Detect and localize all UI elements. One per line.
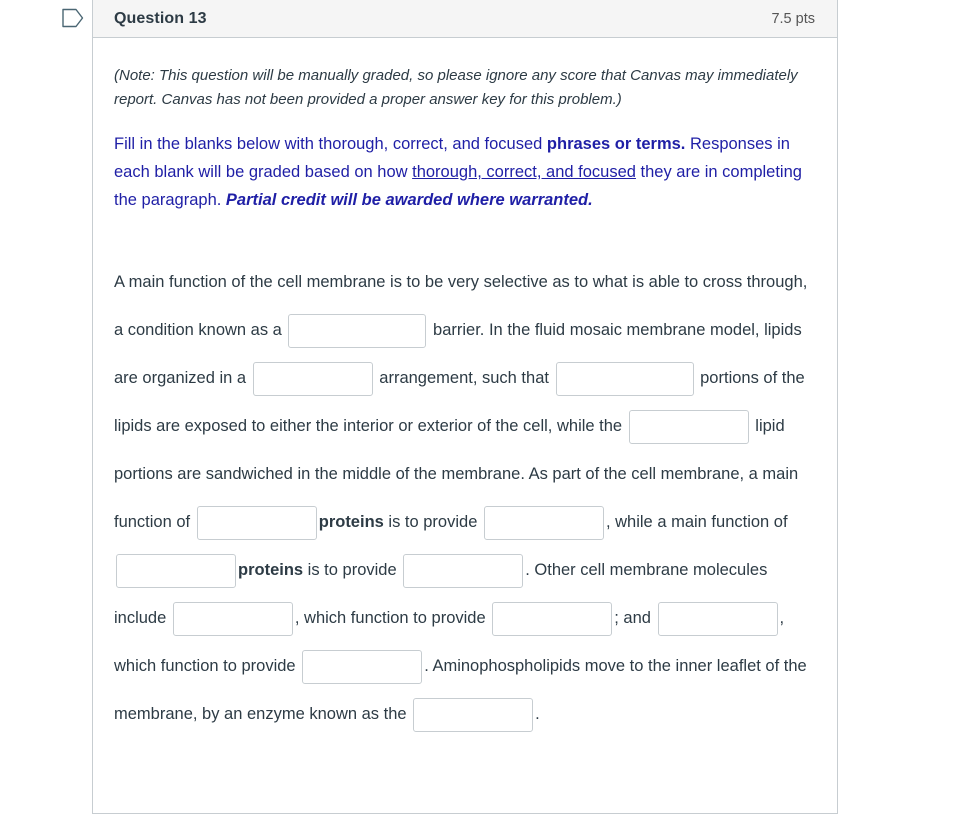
question-body: (Note: This question will be manually gr… bbox=[93, 38, 837, 813]
blank-input-13[interactable] bbox=[413, 697, 534, 732]
paragraph-text-8: , while a main function of bbox=[605, 513, 788, 531]
question-title: Question 13 bbox=[114, 9, 207, 27]
paragraph-text-13: ; and bbox=[614, 609, 656, 627]
blank-input-6[interactable] bbox=[483, 505, 604, 540]
flag-outline-icon bbox=[62, 8, 84, 28]
paragraph-text-12: , which function to provide bbox=[294, 609, 491, 627]
blank-input-2[interactable] bbox=[252, 361, 373, 396]
paragraph-bold-proteins-1: proteins bbox=[318, 513, 384, 531]
instructions-part-1: Fill in the blanks below with thorough, … bbox=[114, 135, 547, 153]
paragraph-text-3: arrangement, such that bbox=[374, 369, 554, 387]
grading-note: (Note: This question will be manually gr… bbox=[114, 67, 798, 108]
paragraph-text-10: is to provide bbox=[303, 561, 402, 579]
quiz-page: Question 13 7.5 pts (Note: This question… bbox=[0, 0, 958, 834]
blank-input-8[interactable] bbox=[403, 553, 524, 588]
blank-input-3[interactable] bbox=[555, 361, 694, 396]
paragraph-bold-proteins-2: proteins bbox=[238, 561, 304, 579]
paragraph-text-7: is to provide bbox=[383, 513, 482, 531]
blank-input-9[interactable] bbox=[172, 601, 293, 636]
blank-input-5[interactable] bbox=[196, 505, 317, 540]
question-flag-button[interactable] bbox=[56, 4, 90, 32]
question-card: Question 13 7.5 pts (Note: This question… bbox=[92, 0, 838, 814]
instructions-italic-partial-credit: Partial credit will be awarded where war… bbox=[225, 191, 593, 209]
question-points: 7.5 pts bbox=[771, 10, 815, 27]
instructions-bold-phrases-or-terms: phrases or terms. bbox=[546, 135, 686, 153]
blank-input-1[interactable] bbox=[288, 313, 427, 348]
instructions-text: Fill in the blanks below with thorough, … bbox=[114, 130, 815, 214]
blank-input-10[interactable] bbox=[492, 601, 613, 636]
instructions-underline-thorough: thorough, correct, and focused bbox=[412, 163, 636, 181]
blank-input-11[interactable] bbox=[657, 601, 778, 636]
question-header: Question 13 7.5 pts bbox=[93, 0, 837, 38]
blank-input-12[interactable] bbox=[302, 649, 423, 684]
blank-input-7[interactable] bbox=[116, 553, 236, 588]
paragraph-text-16: . bbox=[535, 705, 540, 723]
fill-in-blank-paragraph: A main function of the cell membrane is … bbox=[114, 258, 815, 738]
blank-input-4[interactable] bbox=[628, 409, 749, 444]
